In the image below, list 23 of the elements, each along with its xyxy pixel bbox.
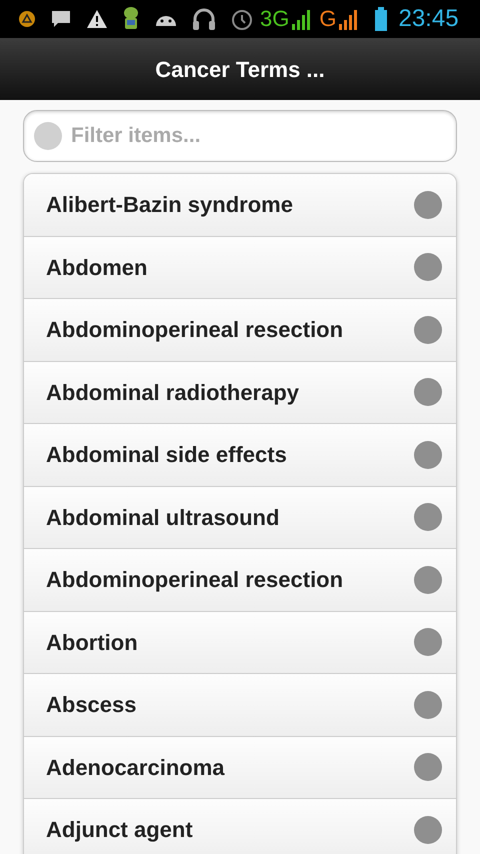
list-item[interactable]: Abdominoperineal resection — [24, 549, 456, 612]
clock-time: 23:45 — [398, 7, 459, 31]
headphones-icon — [192, 8, 216, 30]
header-title: Cancer Terms ... — [155, 56, 325, 84]
warning-circle-icon — [18, 10, 36, 28]
list-item[interactable]: Abdominal ultrasound — [24, 486, 456, 549]
list-item[interactable]: Alibert-Bazin syndrome — [24, 174, 456, 236]
chat-icon — [50, 9, 72, 29]
list-item[interactable]: Abscess — [24, 674, 456, 736]
alarm-clock-icon — [230, 7, 254, 31]
battery-icon — [374, 7, 388, 31]
network-type: 3G — [260, 8, 290, 30]
network-type: G — [319, 8, 336, 30]
list-item[interactable]: Abdominoperineal resection — [24, 299, 456, 362]
list-item[interactable]: Abortion — [24, 612, 456, 674]
list-item[interactable]: Adjunct agent — [24, 799, 456, 854]
filter-field[interactable]: Filter items... — [23, 110, 457, 162]
list-item[interactable]: Abdominal side effects — [24, 424, 456, 486]
robot-icon — [122, 6, 140, 32]
warning-icon — [86, 9, 108, 29]
list-item[interactable]: Abdominal radiotherapy — [24, 362, 456, 424]
list-item[interactable]: Adenocarcinoma — [24, 736, 456, 799]
list-item[interactable]: Abdomen — [24, 236, 456, 299]
